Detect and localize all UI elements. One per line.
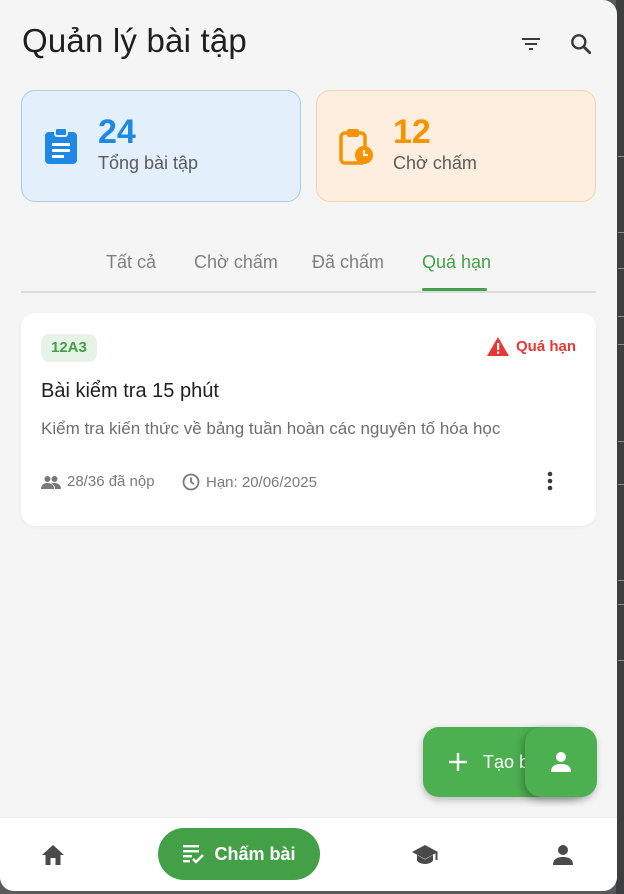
submission-count: 28/36 đã nộp bbox=[41, 473, 155, 490]
background-window-edge bbox=[616, 0, 624, 894]
clipboard-icon bbox=[44, 126, 78, 166]
header-actions bbox=[517, 30, 595, 58]
stat-text: 12 Chờ chấm bbox=[393, 115, 477, 174]
stat-card-total[interactable]: 24 Tổng bài tập bbox=[21, 90, 301, 202]
stat-label: Chờ chấm bbox=[393, 152, 477, 173]
nav-grading-label: Chấm bài bbox=[214, 843, 296, 864]
filter-icon[interactable] bbox=[517, 30, 545, 58]
profile-fab[interactable] bbox=[525, 727, 597, 797]
clock-icon bbox=[182, 473, 200, 491]
home-icon bbox=[42, 845, 64, 865]
stat-text: 24 Tổng bài tập bbox=[98, 115, 199, 174]
tab-pending[interactable]: Chờ chấm bbox=[194, 252, 278, 273]
app-screen: Quản lý bài tập 24 Tổng bài tập 12 Chờ c… bbox=[0, 0, 617, 891]
clipboard-clock-icon bbox=[339, 126, 373, 166]
assignment-card[interactable]: 12A3 Quá hạn Bài kiểm tra 15 phút Kiểm t… bbox=[21, 313, 596, 526]
assignment-description: Kiểm tra kiến thức về bảng tuần hoàn các… bbox=[41, 419, 501, 438]
grading-icon bbox=[183, 845, 205, 864]
tab-overdue[interactable]: Quá hạn bbox=[422, 252, 491, 273]
nav-classes[interactable] bbox=[402, 818, 448, 891]
status-badge: Quá hạn bbox=[486, 336, 576, 357]
due-text: Hạn: 20/06/2025 bbox=[206, 473, 317, 491]
search-icon[interactable] bbox=[567, 30, 595, 58]
nav-grading[interactable]: Chấm bài bbox=[158, 828, 320, 880]
warning-icon bbox=[486, 337, 509, 356]
filter-tabs: Tất cả Chờ chấm Đã chấm Quá hạn bbox=[21, 240, 596, 293]
class-badge: 12A3 bbox=[41, 334, 97, 362]
bottom-navigation: Chấm bài bbox=[0, 817, 617, 891]
nav-profile[interactable] bbox=[540, 818, 586, 891]
person-icon bbox=[553, 845, 573, 865]
submission-text: 28/36 đã nộp bbox=[67, 473, 155, 490]
person-icon bbox=[551, 752, 571, 772]
people-icon bbox=[41, 475, 61, 489]
page-title: Quản lý bài tập bbox=[22, 22, 247, 59]
tab-all[interactable]: Tất cả bbox=[106, 252, 156, 273]
active-tab-indicator bbox=[422, 288, 487, 291]
tab-graded[interactable]: Đã chấm bbox=[312, 252, 384, 273]
more-options-icon[interactable] bbox=[538, 469, 562, 493]
stat-value: 12 bbox=[393, 112, 431, 151]
stat-value: 24 bbox=[98, 112, 136, 151]
due-date: Hạn: 20/06/2025 bbox=[182, 473, 317, 491]
plus-icon bbox=[449, 753, 467, 771]
header: Quản lý bài tập bbox=[22, 22, 595, 72]
stat-card-pending[interactable]: 12 Chờ chấm bbox=[316, 90, 596, 202]
school-icon bbox=[412, 845, 438, 864]
stat-label: Tổng bài tập bbox=[98, 152, 199, 173]
assignment-title: Bài kiểm tra 15 phút bbox=[41, 380, 219, 402]
status-label: Quá hạn bbox=[515, 338, 576, 355]
create-button-label: Tạo b bbox=[483, 751, 530, 772]
nav-home[interactable] bbox=[30, 818, 76, 891]
